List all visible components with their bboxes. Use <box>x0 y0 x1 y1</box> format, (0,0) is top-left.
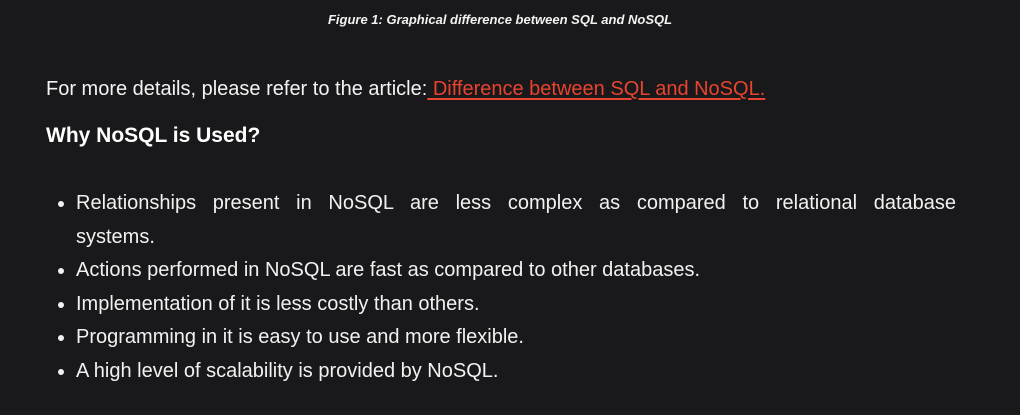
figure-caption: Figure 1: Graphical difference between S… <box>327 12 673 27</box>
list-item: Actions performed in NoSQL are fast as c… <box>76 254 956 288</box>
article-page: Figure 1: Graphical difference between S… <box>0 0 1020 415</box>
section-heading: Why NoSQL is Used? <box>46 124 261 147</box>
list-item: A high level of scalability is provided … <box>76 355 956 389</box>
intro-text: For more details, please refer to the ar… <box>46 78 428 100</box>
list-item: Implementation of it is less costly than… <box>76 288 956 322</box>
list-item: Relationships present in NoSQL are less … <box>76 187 956 254</box>
intro-paragraph: For more details, please refer to the ar… <box>46 78 765 101</box>
reasons-list: Relationships present in NoSQL are less … <box>46 187 956 388</box>
article-link[interactable]: Difference between SQL and NoSQL. <box>427 78 765 100</box>
list-item: Programming in it is easy to use and mor… <box>76 321 956 355</box>
